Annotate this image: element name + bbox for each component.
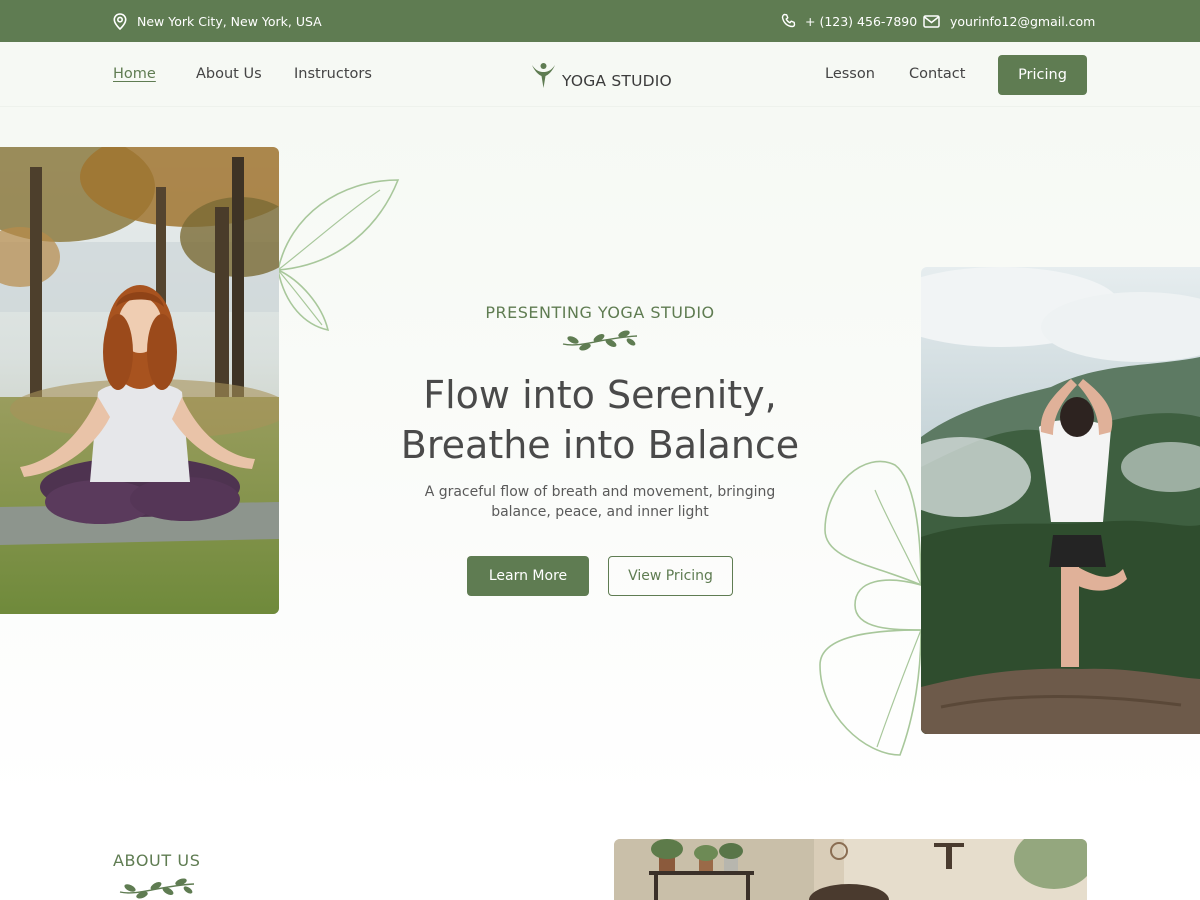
email-info[interactable]: yourinfo12@gmail.com (923, 0, 1095, 42)
about-photo (614, 839, 1087, 900)
meditation-photo (0, 147, 279, 614)
pricing-button[interactable]: Pricing (998, 55, 1087, 95)
leaf-sprig-icon-about (119, 878, 195, 899)
hero-title-line-2: Breathe into Balance (400, 423, 800, 467)
leaf-sprig-icon (562, 330, 638, 351)
leaf-outline-decoration-right (819, 460, 922, 756)
logo-text: YOGA STUDIO (562, 71, 672, 90)
mail-icon (923, 14, 940, 28)
learn-more-button[interactable]: Learn More (467, 556, 589, 596)
nav-item-lesson[interactable]: Lesson (825, 66, 875, 82)
about-heading: ABOUT US (113, 851, 201, 870)
hero-title: Flow into Serenity, Breathe into Balance (300, 370, 900, 470)
main-nav: Home About Us Instructors YOGA STUDIO Le… (0, 42, 1200, 107)
tree-pose-photo (921, 267, 1200, 734)
nav-item-home[interactable]: Home (113, 66, 156, 82)
yoga-figure-icon (531, 62, 556, 93)
nav-item-contact[interactable]: Contact (909, 66, 965, 82)
phone-text: + (123) 456-7890 (805, 13, 918, 29)
hero-subtitle: PRESENTING YOGA STUDIO (485, 303, 715, 322)
nav-item-about-us[interactable]: About Us (196, 66, 262, 82)
location-pin-icon (113, 12, 127, 30)
top-bar: New York City, New York, USA + (123) 456… (0, 0, 1200, 42)
phone-info[interactable]: + (123) 456-7890 (781, 0, 917, 42)
location-info: New York City, New York, USA (113, 0, 322, 42)
nav-item-instructors[interactable]: Instructors (294, 66, 372, 82)
hero-description: A graceful flow of breath and movement, … (424, 484, 776, 520)
phone-icon (781, 13, 797, 29)
email-text: yourinfo12@gmail.com (950, 13, 1096, 29)
view-pricing-button[interactable]: View Pricing (608, 556, 733, 596)
hero-title-line-1: Flow into Serenity, (423, 373, 777, 417)
location-text: New York City, New York, USA (137, 13, 322, 29)
site-logo[interactable]: YOGA STUDIO (531, 62, 672, 93)
